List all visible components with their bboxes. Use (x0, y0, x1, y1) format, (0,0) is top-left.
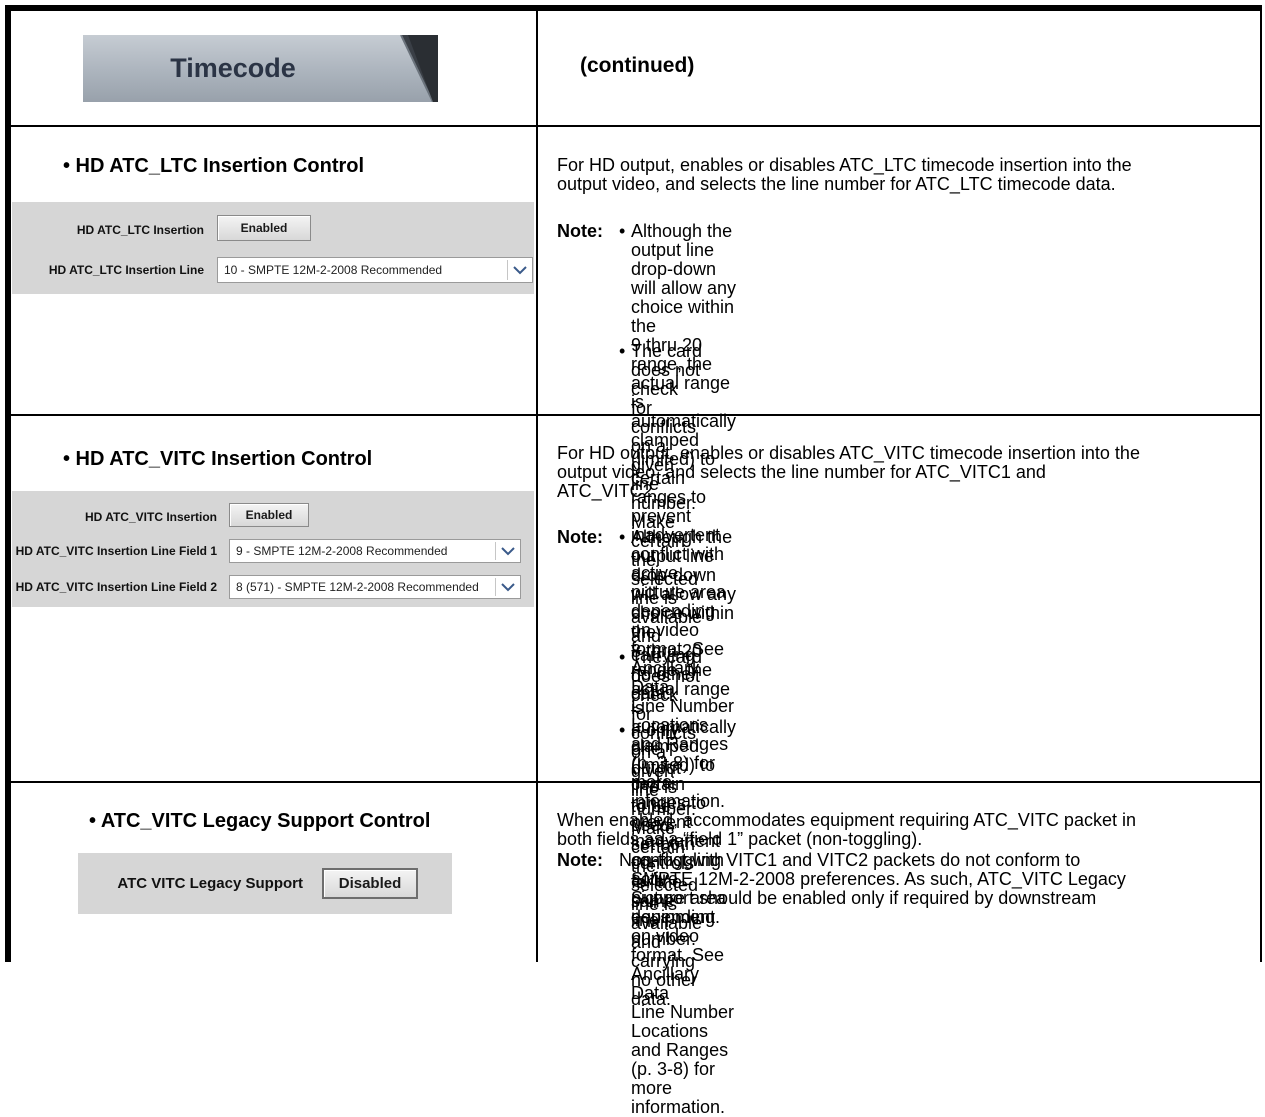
ltc-insertion-line-value: 10 - SMPTE 12M-2-2008 Recommended (224, 263, 443, 277)
desc-line: ATC_VITC2. (557, 481, 658, 501)
vitc-field1-select[interactable]: 9 - SMPTE 12M-2-2008 Recommended (229, 539, 521, 563)
section-title-ltc: • HD ATC_LTC Insertion Control (63, 155, 365, 177)
right-border (1260, 5, 1262, 962)
vitc-field1-label: HD ATC_VITC Insertion Line Field 1 (15, 544, 217, 558)
legacy-support-label: ATC VITC Legacy Support (117, 875, 303, 892)
ltc-note-label: Note: (557, 221, 603, 241)
desc-line: output video, and selects the line numbe… (557, 174, 1116, 194)
legacy-note-label: Note: (557, 850, 603, 870)
legacy-control-panel: ATC VITC Legacy Support Disabled (78, 853, 452, 914)
tab-label: Timecode (170, 53, 296, 83)
vitc-note-label: Note: (557, 527, 603, 547)
timecode-tab: Timecode (83, 35, 438, 102)
chevron-down-icon[interactable] (507, 260, 532, 280)
bullet-line: data. (631, 989, 672, 1009)
vitc-insertion-label: HD ATC_VITC Insertion (84, 510, 217, 524)
ltc-insertion-toggle-button[interactable]: Enabled (217, 215, 311, 241)
ltc-insertion-label: HD ATC_LTC Insertion (76, 223, 204, 237)
top-border (5, 5, 1262, 11)
bullet-line: Line Number Locations and Ranges (p. 3-8… (631, 1002, 735, 1117)
ltc-description: For HD output, enables or disables ATC_L… (557, 156, 1132, 194)
row-divider-1 (5, 125, 1262, 127)
bullet-line: Although the output line drop-down will … (631, 221, 737, 336)
desc-line: For HD output, enables or disables ATC_L… (557, 155, 1132, 175)
ltc-insertion-line-select[interactable]: 10 - SMPTE 12M-2-2008 Recommended (217, 257, 533, 283)
desc-line: For HD output, enables or disables ATC_V… (557, 443, 1140, 463)
bullet-line: Although the output line drop-down will … (631, 527, 737, 642)
note-line: SMPTE 12M-2-2008 preferences. As such, A… (631, 869, 1126, 889)
vitc-control-panel: HD ATC_VITC Insertion Enabled HD ATC_VIT… (12, 491, 534, 607)
ltc-insertion-line-label: HD ATC_LTC Insertion Line (48, 263, 204, 277)
vitc-field2-value: 8 (571) - SMPTE 12M-2-2008 Recommended (236, 580, 479, 594)
vitc-field2-select[interactable]: 8 (571) - SMPTE 12M-2-2008 Recommended (229, 575, 521, 599)
legacy-description: When enabled, accommodates equipment req… (557, 811, 1136, 849)
section-title-legacy: • ATC_VITC Legacy Support Control (89, 810, 431, 832)
desc-line: output video, and selects the line numbe… (557, 462, 1046, 482)
continued-label: (continued) (580, 54, 695, 77)
note-line: Non-toggling VITC1 and VITC2 packets do … (619, 850, 1081, 870)
section-title-vitc: • HD ATC_VITC Insertion Control (63, 448, 373, 470)
desc-line: When enabled, accommodates equipment req… (557, 810, 1136, 830)
vitc-insertion-toggle-button[interactable]: Enabled (229, 503, 309, 527)
ltc-control-panel: HD ATC_LTC Insertion Enabled HD ATC_LTC … (12, 202, 534, 294)
column-divider (536, 5, 538, 962)
vitc-field2-label: HD ATC_VITC Insertion Line Field 2 (15, 580, 217, 594)
chevron-down-icon[interactable] (495, 542, 520, 560)
vitc-field1-value: 9 - SMPTE 12M-2-2008 Recommended (236, 544, 448, 558)
chevron-down-icon[interactable] (495, 578, 520, 596)
note-line: equipment. (631, 907, 721, 927)
note-line: Support should be enabled only if requir… (631, 888, 1097, 908)
desc-line: both fields as a “field 1” packet (non-t… (557, 829, 923, 849)
vitc-description: For HD output, enables or disables ATC_V… (557, 444, 1140, 501)
legacy-support-toggle-button[interactable]: Disabled (322, 868, 418, 899)
left-border (5, 5, 11, 962)
legacy-note-text: Non-toggling VITC1 and VITC2 packets do … (619, 851, 1126, 927)
